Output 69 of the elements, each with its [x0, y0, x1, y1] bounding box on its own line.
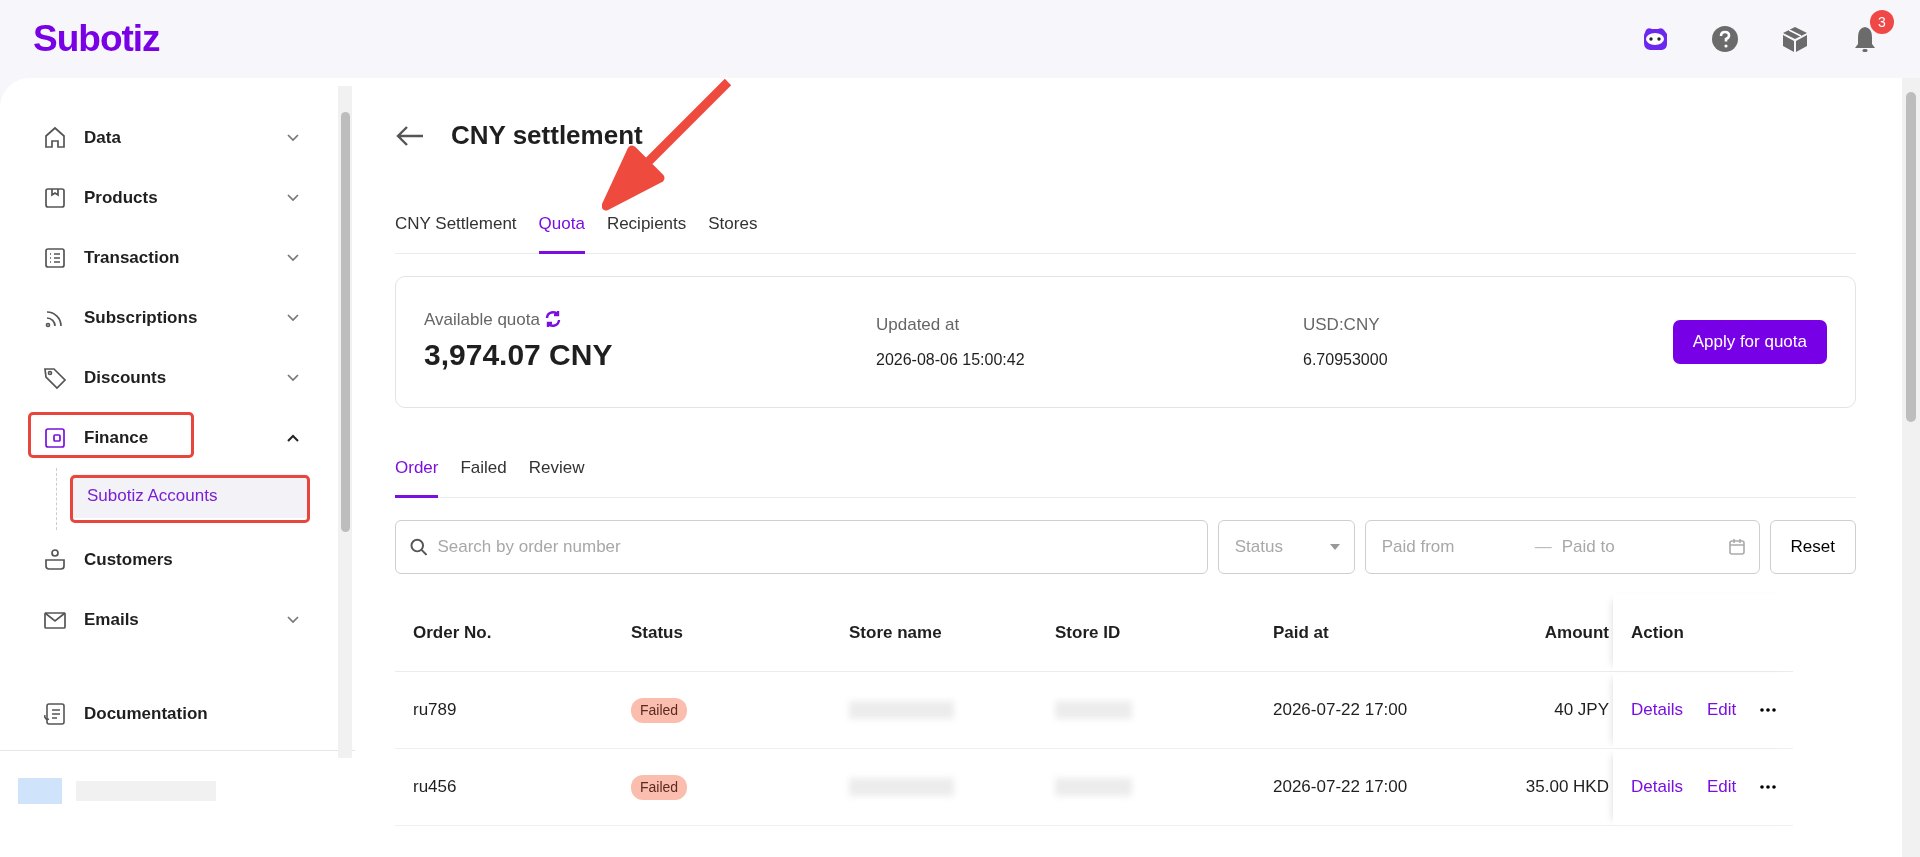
- table-cell: ru789: [395, 672, 613, 749]
- more-icon[interactable]: [1760, 708, 1777, 712]
- sidebar-item[interactable]: Emails: [84, 607, 139, 633]
- status-badge: Failed: [631, 774, 688, 800]
- package-icon: [42, 185, 68, 211]
- help-icon[interactable]: [1710, 24, 1740, 54]
- sidebar-item[interactable]: Products: [84, 185, 158, 211]
- table-cell: 2026-07-22 17:00: [1255, 672, 1455, 749]
- sidebar-item[interactable]: Transaction: [84, 245, 180, 271]
- action-link[interactable]: Details: [1631, 774, 1683, 800]
- action-link[interactable]: Edit: [1706, 774, 1737, 800]
- tab[interactable]: CNY Settlement: [395, 197, 517, 254]
- document-icon: [42, 701, 68, 727]
- apply-quota-button[interactable]: Apply for quota: [1672, 320, 1827, 364]
- table-cell: 35.00 HKD: [1455, 749, 1613, 826]
- home-icon: [42, 125, 68, 151]
- tab[interactable]: Recipients: [606, 197, 687, 254]
- range-separator: —: [1534, 535, 1552, 558]
- person-icon: [42, 547, 68, 573]
- table-cell: 2026-07-22 17:00: [1255, 749, 1455, 826]
- sidebar-item[interactable]: Subscriptions: [84, 305, 198, 331]
- column-header: Paid at: [1255, 593, 1455, 672]
- main-scrollbar[interactable]: [1902, 78, 1920, 857]
- avatar-placeholder: [18, 777, 62, 804]
- sidebar-item[interactable]: Data: [84, 125, 121, 151]
- dropdown-caret-icon: [1329, 543, 1340, 550]
- updated-time: 2026-08-06 15:00:42: [876, 349, 1026, 370]
- subtab[interactable]: Failed: [460, 441, 507, 498]
- column-header: Action: [1613, 593, 1793, 672]
- action-link[interactable]: Details: [1631, 697, 1683, 723]
- sidebar-item[interactable]: Customers: [84, 547, 173, 573]
- column-header: Order No.: [395, 593, 613, 672]
- page-title: CNY settlement: [451, 120, 643, 152]
- search-icon: [410, 537, 428, 556]
- quota-label: Available quota: [424, 308, 540, 331]
- back-arrow-icon[interactable]: [395, 124, 425, 148]
- tag-icon: [42, 365, 68, 391]
- column-header: Store ID: [1037, 593, 1255, 672]
- logo: Subotiz: [33, 17, 160, 62]
- column-header: Store name: [831, 593, 1037, 672]
- updated-label: Updated at: [876, 314, 961, 336]
- quota-amount: 3,974.07 CNY: [424, 337, 614, 373]
- sidebar-scrollbar[interactable]: [338, 86, 352, 758]
- sidebar-item[interactable]: Finance: [84, 425, 149, 451]
- subtab[interactable]: Order: [395, 441, 439, 498]
- action-link[interactable]: Edit: [1706, 697, 1737, 723]
- exchange-rate: 6.70953000: [1303, 349, 1388, 370]
- tab[interactable]: Quota: [538, 197, 585, 254]
- submenu-item[interactable]: Subotiz Accounts: [71, 474, 309, 518]
- sidebar-item[interactable]: Discounts: [84, 365, 167, 391]
- refresh-icon[interactable]: [543, 310, 562, 329]
- more-icon[interactable]: [1760, 785, 1777, 789]
- notification-badge: 3: [1870, 10, 1894, 34]
- list-icon: [42, 245, 68, 271]
- column-header: Status: [613, 593, 831, 672]
- documentation-link[interactable]: Documentation: [84, 701, 208, 727]
- search-field[interactable]: Search by order number: [395, 519, 1208, 574]
- reset-button[interactable]: Reset: [1769, 519, 1856, 574]
- box-icon[interactable]: [1780, 24, 1810, 54]
- tab[interactable]: Stores: [708, 197, 758, 254]
- subtab[interactable]: Review: [528, 441, 585, 498]
- calendar-icon: [1728, 538, 1745, 555]
- table-cell: 40 JPY: [1455, 672, 1613, 749]
- status-select[interactable]: Status: [1217, 519, 1355, 574]
- table-cell: ru456: [395, 749, 613, 826]
- rate-label: USD:CNY: [1303, 314, 1381, 336]
- wallet-icon: [42, 425, 68, 451]
- status-badge: Failed: [631, 697, 688, 723]
- column-header: Amount: [1455, 593, 1613, 672]
